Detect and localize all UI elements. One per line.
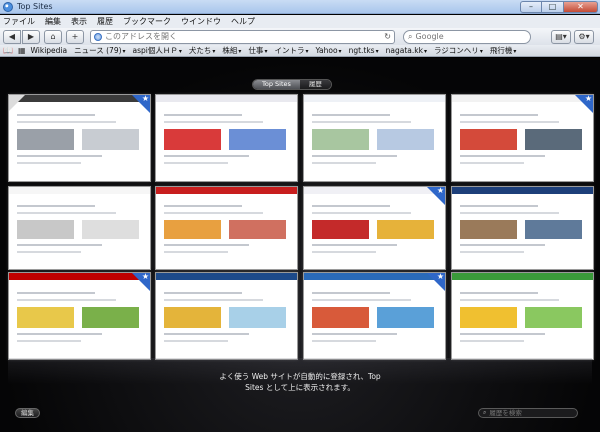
top-site-tile-nikkei[interactable] [155, 272, 298, 360]
title-bar: Top Sites – □ ✕ [0, 0, 600, 14]
search-icon: ⌕ [408, 31, 413, 41]
chevron-down-icon: ▾ [122, 48, 126, 55]
chevron-down-icon: ▾ [305, 48, 309, 55]
bookmark-item[interactable]: 犬たち▾ [189, 45, 216, 56]
bookmark-item[interactable]: 仕事▾ [248, 45, 267, 56]
bookmark-item[interactable]: Wikipedia [31, 46, 68, 55]
history-search-field[interactable]: ⌕ [478, 408, 578, 418]
chevron-down-icon: ▾ [178, 48, 182, 55]
bookmark-item[interactable]: イントラ▾ [274, 45, 308, 56]
forward-button[interactable]: ▶ [22, 29, 40, 44]
top-site-tile-apple[interactable]: ★ [8, 94, 151, 182]
back-button[interactable]: ◀ [3, 29, 21, 44]
menu-bookmarks[interactable]: ブックマーク [123, 16, 171, 27]
globe-icon [94, 32, 102, 41]
chevron-down-icon: ▾ [375, 48, 379, 55]
pin-star-icon[interactable]: ★ [142, 95, 149, 103]
menu-history[interactable]: 履歴 [97, 16, 113, 27]
view-switcher: Top Sites 履歴 [252, 79, 332, 90]
maximize-button[interactable]: □ [542, 0, 564, 13]
bookmark-item[interactable]: nagata.kk▾ [386, 46, 427, 55]
pin-star-icon[interactable]: ★ [437, 187, 444, 195]
bookmark-item[interactable]: 飛行機▾ [490, 45, 517, 56]
page-curl-icon [9, 95, 25, 111]
top-site-tile-google-maps[interactable] [303, 94, 446, 182]
bookmark-item[interactable]: ニュース (79)▾ [74, 45, 125, 56]
chevron-down-icon: ▾ [338, 48, 342, 55]
menu-file[interactable]: ファイル [3, 16, 35, 27]
book-icon[interactable]: 📖 [3, 46, 13, 55]
bookmark-item[interactable]: 株組▾ [222, 45, 241, 56]
top-site-tile-livedoor[interactable]: ★ [303, 272, 446, 360]
tab-top-sites[interactable]: Top Sites [253, 80, 300, 89]
bookmark-item[interactable]: ngt.tks▾ [349, 46, 379, 55]
home-button[interactable]: ⌂ [44, 29, 62, 44]
menu-edit[interactable]: 編集 [45, 16, 61, 27]
search-icon: ⌕ [483, 409, 487, 416]
safari-icon [3, 1, 13, 12]
edit-button[interactable]: 編集 [15, 408, 40, 418]
chevron-down-icon: ▾ [423, 48, 427, 55]
search-input[interactable] [415, 32, 526, 41]
chevron-down-icon: ▾ [238, 48, 242, 55]
top-site-tile-rakuten[interactable]: ★ [8, 272, 151, 360]
menu-help[interactable]: ヘルプ [231, 16, 255, 27]
top-site-tile-yahoo-news[interactable]: ★ [303, 186, 446, 270]
chevron-down-icon: ▾ [479, 48, 483, 55]
top-sites-view: Top Sites 履歴 ★ ★ ★ ★ ★ よく使う Web サイトが自動的に登録され… [0, 58, 600, 432]
top-site-tile-goo[interactable] [451, 272, 594, 360]
top-site-tile-yahoo[interactable] [155, 94, 298, 182]
top-site-tile-youtube[interactable]: ★ [451, 94, 594, 182]
bookmark-item[interactable]: Yahoo▾ [315, 46, 341, 55]
top-site-tile-wikipedia[interactable] [8, 186, 151, 270]
menu-view[interactable]: 表示 [71, 16, 87, 27]
chevron-down-icon: ▾ [264, 48, 268, 55]
tab-history[interactable]: 履歴 [299, 80, 331, 89]
minimize-button[interactable]: – [520, 0, 542, 13]
menu-window[interactable]: ウインドウ [181, 16, 221, 27]
address-input[interactable] [105, 32, 385, 41]
bookmark-item[interactable]: ラジコンヘリ▾ [434, 45, 483, 56]
chevron-down-icon: ▾ [212, 48, 216, 55]
chevron-down-icon: ▾ [513, 48, 517, 55]
toolbar: ◀ ▶ ⌂ + ↻ ⌕ ▤▾ ⚙▾ [0, 28, 600, 45]
window-controls: – □ ✕ [520, 0, 598, 13]
top-sites-notice: よく使う Web サイトが自動的に登録され、Top Sites として上に表示さ… [219, 372, 381, 392]
close-button[interactable]: ✕ [564, 0, 598, 13]
reload-icon[interactable]: ↻ [384, 32, 391, 41]
add-bookmark-button[interactable]: + [66, 29, 84, 44]
pin-star-icon[interactable]: ★ [142, 273, 149, 281]
top-site-tile-asahi[interactable] [451, 186, 594, 270]
bookmarks-bar: 📖 ▦ Wikipedia ニュース (79)▾ aspi個人ＨＰ▾ 犬たち▾ … [0, 45, 600, 57]
pin-star-icon[interactable]: ★ [437, 273, 444, 281]
bookmark-item[interactable]: aspi個人ＨＰ▾ [133, 45, 182, 56]
grid-icon[interactable]: ▦ [18, 46, 26, 55]
pin-star-icon[interactable]: ★ [585, 95, 592, 103]
top-site-tile-cnn[interactable] [155, 186, 298, 270]
page-menu-button[interactable]: ▤▾ [551, 29, 571, 44]
toolbar-right: ▤▾ ⚙▾ [551, 29, 597, 44]
history-search-input[interactable] [489, 409, 570, 417]
address-bar[interactable]: ↻ [90, 29, 395, 44]
search-field[interactable]: ⌕ [403, 29, 531, 44]
window-title: Top Sites [17, 2, 53, 11]
settings-button[interactable]: ⚙▾ [574, 29, 594, 44]
menu-bar: ファイル 編集 表示 履歴 ブックマーク ウインドウ ヘルプ [0, 15, 600, 28]
